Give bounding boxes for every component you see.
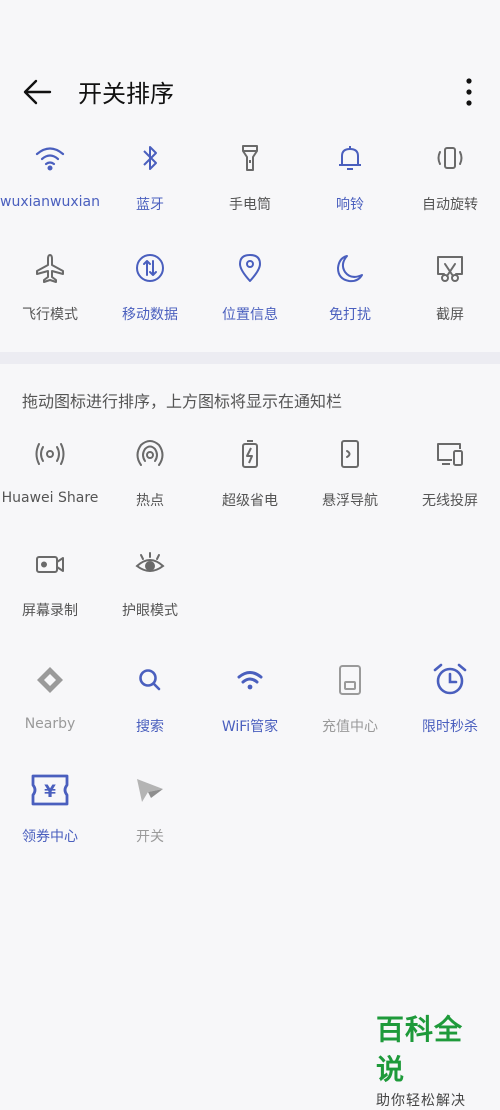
screenshot-icon <box>437 256 463 282</box>
watermark: 百科全说 助你轻松解决 <box>376 1008 491 1110</box>
rotate-icon <box>437 147 463 169</box>
tile-label: 截屏 <box>436 307 464 323</box>
sort-hint-text: 拖动图标进行排序，上方图标将显示在通知栏 <box>22 392 343 411</box>
bluetooth-icon <box>143 146 157 170</box>
tile-label: 限时秒杀 <box>422 719 478 735</box>
airplane-icon <box>36 254 64 283</box>
tile-label: 无线投屏 <box>422 493 478 509</box>
hotspot-icon <box>136 440 164 466</box>
tile-recharge-center[interactable]: 充值中心 <box>300 660 400 760</box>
tile-search[interactable]: 搜索 <box>100 660 200 760</box>
recharge-icon <box>339 665 361 695</box>
watermark-subtitle: 助你轻松解决 <box>376 1093 466 1109</box>
coupon-icon: ¥ <box>31 774 69 806</box>
tile-location[interactable]: 位置信息 <box>200 248 300 348</box>
tile-label: 领券中心 <box>22 829 78 845</box>
tile-label: 热点 <box>136 493 164 509</box>
flashlight-icon <box>242 145 258 171</box>
tile-hotspot[interactable]: 热点 <box>100 434 200 534</box>
tile-eye-comfort[interactable]: 护眼模式 <box>100 544 200 644</box>
tile-screenshot[interactable]: 截屏 <box>400 248 500 348</box>
section-divider <box>0 352 500 364</box>
more-options-icon[interactable] <box>455 74 483 110</box>
tile-label: 悬浮导航 <box>322 493 378 509</box>
nearby-icon <box>37 667 63 693</box>
tile-label: Nearby <box>24 716 76 732</box>
tile-huawei-share[interactable]: Huawei Share <box>0 434 100 534</box>
location-icon <box>239 254 261 282</box>
tile-label: 飞行模式 <box>22 307 78 323</box>
tile-wifi-manager[interactable]: WiFi管家 <box>200 660 300 760</box>
tile-coupon-center[interactable]: ¥ 领券中心 <box>0 770 100 870</box>
inactive-tiles-grid: Huawei Share 热点 超级省电 悬浮导航 无线投屏 屏幕录制 护眼模式 <box>0 434 500 634</box>
header: 开关排序 <box>0 60 500 124</box>
watermark-title: 百科全说 <box>376 1013 464 1086</box>
svg-text:¥: ¥ <box>44 782 56 802</box>
mobile-data-icon <box>136 254 164 282</box>
tile-label: 免打扰 <box>329 307 371 323</box>
tile-nearby[interactable]: Nearby <box>0 660 100 760</box>
tile-label: 蓝牙 <box>136 197 164 213</box>
share-icon <box>35 443 65 465</box>
tile-label: 自动旋转 <box>422 197 478 213</box>
tile-label: 位置信息 <box>222 307 278 323</box>
bell-icon <box>339 146 361 170</box>
wifi-icon <box>35 147 65 171</box>
float-nav-icon <box>341 440 359 468</box>
active-tiles-grid: wuxianwuxian 蓝牙 手电筒 响铃 自动旋转 飞行模式 移动数据 位置… <box>0 138 500 338</box>
tile-label: 充值中心 <box>322 719 378 735</box>
tile-switch[interactable]: 开关 <box>100 770 200 870</box>
page-title: 开关排序 <box>78 80 174 108</box>
tile-label: 超级省电 <box>222 493 278 509</box>
battery-icon <box>242 440 258 468</box>
tile-do-not-disturb[interactable]: 免打扰 <box>300 248 400 348</box>
alarm-clock-icon <box>433 663 467 695</box>
tile-label: 护眼模式 <box>122 603 178 619</box>
back-arrow-icon[interactable] <box>20 76 54 108</box>
moon-icon <box>337 255 363 283</box>
tile-label: 屏幕录制 <box>22 603 78 619</box>
tile-label: wuxianwuxian <box>0 194 100 210</box>
tile-ring[interactable]: 响铃 <box>300 138 400 238</box>
tile-label: Huawei Share <box>1 490 99 506</box>
tile-label: 手电筒 <box>229 197 271 213</box>
tile-super-power-saving[interactable]: 超级省电 <box>200 434 300 534</box>
wifi-manager-icon <box>237 671 263 690</box>
search-icon <box>139 669 161 691</box>
tile-floating-nav[interactable]: 悬浮导航 <box>300 434 400 534</box>
tile-flashlight[interactable]: 手电筒 <box>200 138 300 238</box>
tile-label: 搜索 <box>136 719 164 735</box>
cast-icon <box>437 443 463 466</box>
tile-label: 开关 <box>136 829 164 845</box>
tile-label: 移动数据 <box>122 307 178 323</box>
tile-mobile-data[interactable]: 移动数据 <box>100 248 200 348</box>
tile-screen-record[interactable]: 屏幕录制 <box>0 544 100 644</box>
eye-icon <box>135 552 165 572</box>
paper-plane-icon <box>137 779 163 802</box>
tile-label: 响铃 <box>336 197 364 213</box>
extra-tiles-grid: Nearby 搜索 WiFi管家 充值中心 限时秒杀 ¥ 领券中心 开关 <box>0 660 500 860</box>
screen-record-icon <box>36 556 64 573</box>
tile-bluetooth[interactable]: 蓝牙 <box>100 138 200 238</box>
tile-flash-sale[interactable]: 限时秒杀 <box>400 660 500 760</box>
tile-wireless-projection[interactable]: 无线投屏 <box>400 434 500 534</box>
tile-airplane[interactable]: 飞行模式 <box>0 248 100 348</box>
tile-label: WiFi管家 <box>221 719 279 735</box>
tile-wifi[interactable]: wuxianwuxian <box>0 138 100 238</box>
tile-auto-rotate[interactable]: 自动旋转 <box>400 138 500 238</box>
